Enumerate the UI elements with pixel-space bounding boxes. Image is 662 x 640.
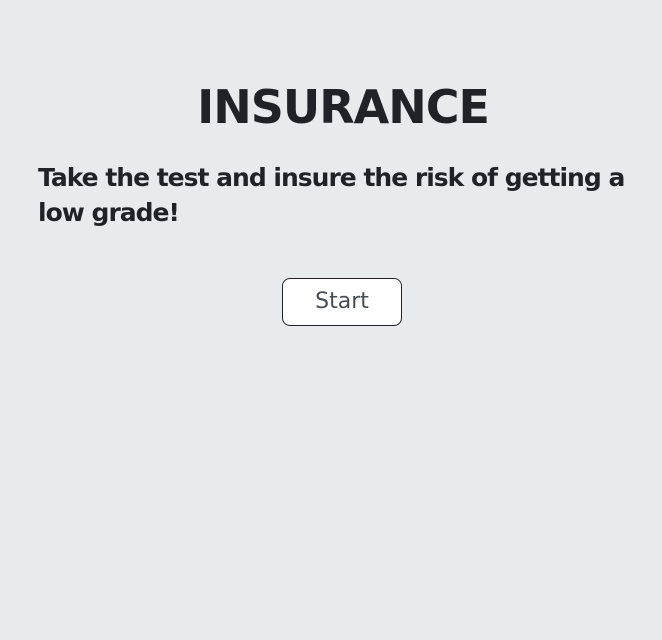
page-title: INSURANCE: [197, 80, 490, 134]
page-subtitle: Take the test and insure the risk of get…: [38, 163, 625, 227]
start-button[interactable]: Start: [282, 278, 402, 326]
insurance-page: INSURANCE Take the test and insure the r…: [0, 0, 662, 640]
